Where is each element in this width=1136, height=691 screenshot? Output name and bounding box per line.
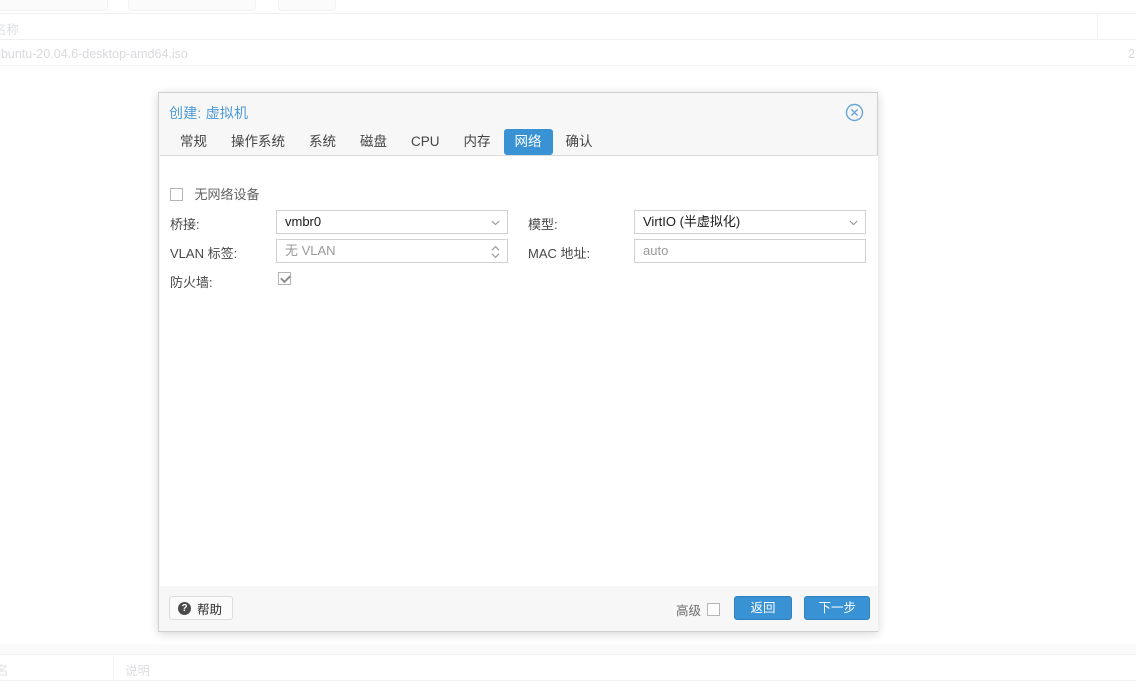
model-row: 模型: VirtIO (半虚拟化) — [528, 210, 868, 234]
advanced-checkbox[interactable] — [707, 603, 720, 616]
dialog-body: 无网络设备 桥接: vmbr0 VLAN 标签: 无 VLAN 防火墙: 模型:… — [160, 155, 878, 587]
close-icon[interactable] — [845, 103, 864, 122]
mac-address-row: MAC 地址: auto — [528, 239, 868, 263]
chevron-down-icon — [491, 220, 500, 226]
model-value: VirtIO (半虚拟化) — [643, 214, 741, 229]
vlan-tag-label: VLAN 标签: — [170, 246, 238, 261]
spinner-arrows-icon[interactable] — [491, 245, 500, 259]
advanced-label: 高级 — [675, 604, 701, 618]
next-button[interactable]: 下一步 — [804, 596, 870, 620]
background-column-divider-2 — [113, 654, 114, 681]
background-column-header-name: 名称 — [0, 23, 20, 37]
background-bottom-table-header: 名 说明 — [0, 654, 1136, 681]
bridge-value: vmbr0 — [285, 214, 322, 229]
tab-system[interactable]: 系统 — [298, 129, 347, 155]
no-network-device-checkbox[interactable] — [170, 188, 183, 201]
tab-disks[interactable]: 磁盘 — [349, 129, 398, 155]
background-toolbar-button-2[interactable] — [128, 0, 256, 11]
tab-cpu[interactable]: CPU — [400, 129, 451, 155]
chevron-down-icon — [849, 220, 858, 226]
background-column-header-description: 说明 — [125, 664, 151, 678]
back-button[interactable]: 返回 — [734, 596, 792, 620]
firewall-row: 防火墙: — [170, 270, 510, 292]
bridge-row: 桥接: vmbr0 — [170, 210, 510, 234]
background-toolbar-button-3[interactable] — [278, 0, 336, 11]
vlan-tag-input[interactable]: 无 VLAN — [276, 239, 508, 263]
dialog-title: 创建: 虚拟机 — [169, 105, 249, 121]
firewall-label: 防火墙: — [170, 275, 213, 290]
tab-os[interactable]: 操作系统 — [220, 129, 296, 155]
dialog-tabs: 常规 操作系统 系统 磁盘 CPU 内存 网络 确认 — [159, 125, 606, 155]
question-mark-icon: ? — [178, 601, 191, 615]
tab-confirm[interactable]: 确认 — [555, 129, 604, 155]
background-row-size: 2 — [1128, 47, 1135, 61]
no-network-device-row[interactable]: 无网络设备 — [170, 184, 259, 204]
background-column-header-name-2: 名 — [0, 664, 9, 678]
mac-address-placeholder: auto — [643, 243, 669, 258]
no-network-device-label: 无网络设备 — [194, 187, 260, 202]
background-row-filename: ubuntu-20.04.6-desktop-amd64.iso — [0, 47, 188, 61]
model-label: 模型: — [528, 217, 558, 232]
dialog-header: 创建: 虚拟机 常规 操作系统 系统 磁盘 CPU 内存 网络 确认 — [159, 93, 877, 155]
background-toolbar — [0, 0, 1136, 13]
create-vm-dialog: 创建: 虚拟机 常规 操作系统 系统 磁盘 CPU 内存 网络 确认 无网络设备… — [158, 92, 878, 632]
background-top-table-header: 名称 — [0, 13, 1136, 40]
vlan-tag-placeholder: 无 VLAN — [285, 243, 336, 258]
mac-address-label: MAC 地址: — [528, 246, 591, 261]
background-strip — [0, 644, 1136, 654]
tab-general[interactable]: 常规 — [169, 129, 218, 155]
help-button[interactable]: ? 帮助 — [169, 596, 234, 620]
model-select[interactable]: VirtIO (半虚拟化) — [634, 210, 866, 234]
bridge-label: 桥接: — [170, 217, 200, 232]
mac-address-input[interactable]: auto — [634, 239, 866, 263]
vlan-tag-row: VLAN 标签: 无 VLAN — [170, 239, 510, 263]
tab-memory[interactable]: 内存 — [453, 129, 502, 155]
dialog-footer: ? 帮助 高级 返回 下一步 — [160, 586, 878, 631]
advanced-toggle[interactable]: 高级 — [676, 600, 720, 619]
table-row[interactable]: ubuntu-20.04.6-desktop-amd64.iso 2 — [0, 44, 1136, 66]
firewall-checkbox[interactable] — [278, 272, 291, 285]
background-column-divider — [1097, 13, 1098, 40]
bridge-select[interactable]: vmbr0 — [276, 210, 508, 234]
help-button-label: 帮助 — [197, 602, 223, 617]
tab-network[interactable]: 网络 — [503, 129, 553, 155]
background-toolbar-button-1[interactable] — [0, 0, 108, 11]
